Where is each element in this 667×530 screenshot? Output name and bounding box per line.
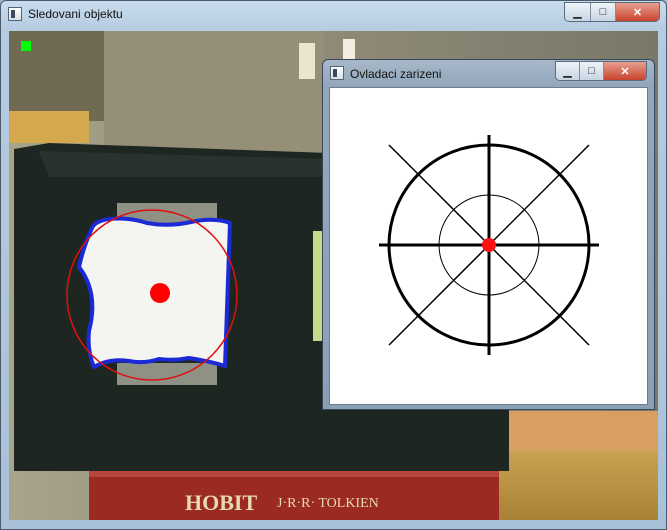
book-title: HOBIT (185, 490, 257, 515)
tape-bottom (117, 363, 217, 385)
joystick-canvas[interactable] (329, 87, 648, 405)
controller-window: Ovladaci zarizeni ▁ □ ✕ (322, 59, 655, 410)
controller-close-button[interactable]: ✕ (604, 62, 646, 80)
book-author: J·R·R· TOLKIEN (277, 496, 379, 511)
joystick-position-marker[interactable] (482, 238, 496, 252)
controller-app-icon[interactable] (330, 66, 344, 80)
close-button[interactable]: ✕ (616, 3, 659, 21)
controller-maximize-button[interactable]: □ (580, 62, 604, 80)
controller-minimize-button[interactable]: ▁ (556, 62, 580, 80)
window-app-icon[interactable] (8, 7, 22, 21)
book-spine-edge (89, 471, 499, 477)
lamp (299, 43, 315, 79)
centroid-marker (150, 283, 170, 303)
status-indicator (21, 41, 31, 51)
maximize-button[interactable]: □ (591, 3, 616, 21)
background-shelf-edge (9, 111, 89, 143)
minimize-button[interactable]: ▁ (565, 3, 591, 21)
controller-titlebar[interactable]: Ovladaci zarizeni ▁ □ ✕ (323, 60, 654, 84)
main-window-title: Sledovani objektu (28, 7, 123, 21)
joystick-graphic (379, 135, 599, 355)
lamp-2 (343, 39, 355, 61)
background-area (104, 31, 324, 151)
main-titlebar[interactable]: Sledovani objektu ▁ □ ✕ (1, 1, 666, 29)
controller-window-title: Ovladaci zarizeni (350, 67, 442, 81)
main-window-controls: ▁ □ ✕ (564, 2, 660, 22)
controller-window-controls: ▁ □ ✕ (555, 61, 647, 81)
